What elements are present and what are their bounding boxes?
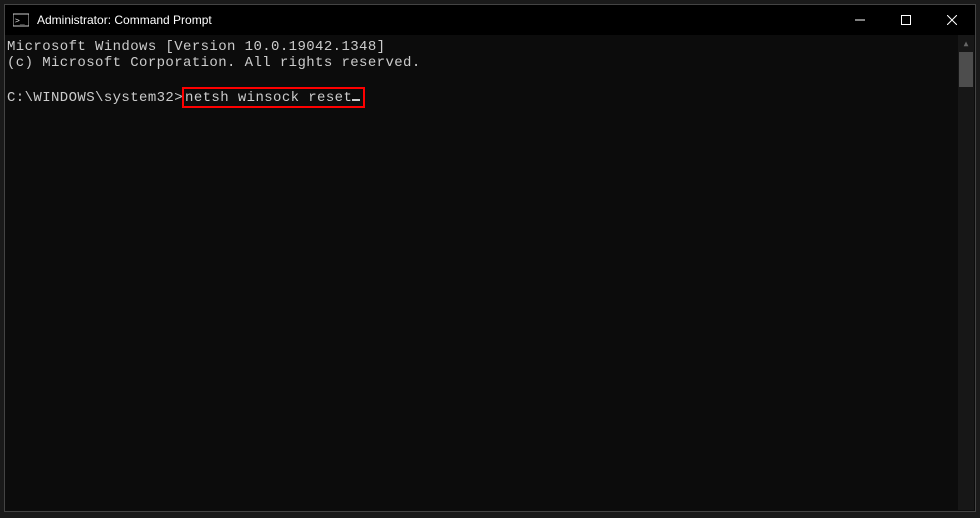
version-line: Microsoft Windows [Version 10.0.19042.13…: [7, 39, 385, 55]
close-button[interactable]: [929, 5, 975, 35]
copyright-line: (c) Microsoft Corporation. All rights re…: [7, 55, 421, 71]
titlebar[interactable]: >_ Administrator: Command Prompt: [5, 5, 975, 35]
scroll-thumb[interactable]: [959, 52, 973, 87]
svg-text:>_: >_: [15, 16, 25, 25]
terminal-body[interactable]: Microsoft Windows [Version 10.0.19042.13…: [5, 35, 975, 511]
scroll-up-arrow-icon[interactable]: ▲: [958, 35, 974, 51]
command-prompt-window: >_ Administrator: Command Prompt Microso…: [4, 4, 976, 512]
text-cursor: [352, 89, 360, 101]
maximize-button[interactable]: [883, 5, 929, 35]
command-highlight: netsh winsock reset: [182, 87, 365, 108]
minimize-button[interactable]: [837, 5, 883, 35]
prompt: C:\WINDOWS\system32>: [7, 90, 183, 106]
vertical-scrollbar[interactable]: ▲: [958, 35, 974, 510]
window-controls: [837, 5, 975, 35]
command-text: netsh winsock reset: [185, 90, 352, 106]
window-title: Administrator: Command Prompt: [35, 13, 837, 27]
cmd-icon: >_: [13, 12, 29, 28]
